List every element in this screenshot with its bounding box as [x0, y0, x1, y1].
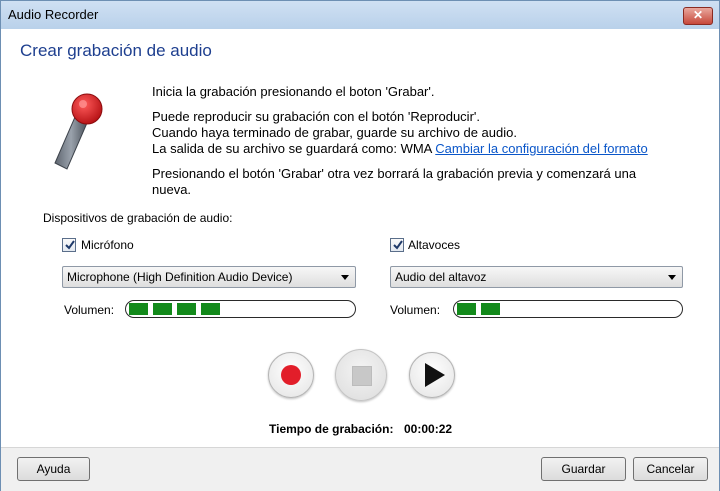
cancel-button[interactable]: Cancelar	[633, 457, 708, 481]
title-bar: Audio Recorder ✕	[1, 1, 719, 29]
save-button[interactable]: Guardar	[541, 457, 626, 481]
volume-level-segment	[481, 303, 500, 315]
volume-level-segment	[177, 303, 196, 315]
microphone-device-value: Microphone (High Definition Audio Device…	[67, 270, 293, 284]
devices-label: Dispositivos de grabación de audio:	[43, 211, 233, 225]
speakers-volume-label: Volumen:	[390, 303, 441, 317]
instruction-overwrite: Presionando el botón 'Grabar' otra vez b…	[152, 166, 637, 181]
close-button[interactable]: ✕	[683, 7, 713, 25]
page-title: Crear grabación de audio	[20, 41, 212, 60]
instruction-overwrite-cont: nueva.	[152, 182, 192, 197]
microphone-checkbox[interactable]	[62, 238, 76, 252]
speakers-volume-meter	[453, 300, 683, 318]
microphone-checkbox-label: Micrófono	[81, 238, 134, 252]
volume-level-segment	[129, 303, 148, 315]
microphone-device-select[interactable]: Microphone (High Definition Audio Device…	[62, 266, 356, 288]
chevron-down-icon	[668, 275, 676, 280]
audio-recorder-window: Audio Recorder ✕ Crear grabación de audi…	[0, 0, 720, 491]
speakers-checkbox-label: Altavoces	[408, 238, 461, 252]
speakers-device-value: Audio del altavoz	[395, 270, 487, 284]
volume-level-segment	[153, 303, 172, 315]
volume-level-segment	[457, 303, 476, 315]
help-button[interactable]: Ayuda	[17, 457, 90, 481]
instruction-record: Inicia la grabación presionando el boton…	[152, 84, 435, 99]
record-button[interactable]	[268, 352, 314, 398]
speakers-device-select[interactable]: Audio del altavoz	[390, 266, 683, 288]
recording-time-value: 00:00:22	[404, 422, 453, 436]
stop-button[interactable]	[335, 349, 387, 401]
microphone-icon	[47, 93, 117, 176]
microphone-volume-meter	[125, 300, 356, 318]
recording-time-label: Tiempo de grabación:	[269, 422, 394, 436]
play-button[interactable]	[409, 352, 455, 398]
stop-icon	[352, 366, 372, 386]
record-icon	[281, 365, 301, 385]
volume-level-segment	[201, 303, 220, 315]
instruction-play: Puede reproducir su grabación con el bot…	[152, 109, 480, 124]
instruction-save: Cuando haya terminado de grabar, guarde …	[152, 125, 517, 140]
dialog-footer: Ayuda Guardar Cancelar	[1, 447, 719, 491]
change-format-link[interactable]: Cambiar la configuración del formato	[435, 141, 647, 156]
chevron-down-icon	[341, 275, 349, 280]
play-icon	[425, 363, 445, 387]
format-text: La salida de su archivo se guardará como…	[152, 141, 432, 156]
instruction-format: La salida de su archivo se guardará como…	[152, 141, 648, 157]
window-title: Audio Recorder	[8, 7, 99, 22]
close-icon: ✕	[692, 8, 704, 22]
speakers-checkbox[interactable]	[390, 238, 404, 252]
microphone-volume-label: Volumen:	[64, 303, 115, 317]
